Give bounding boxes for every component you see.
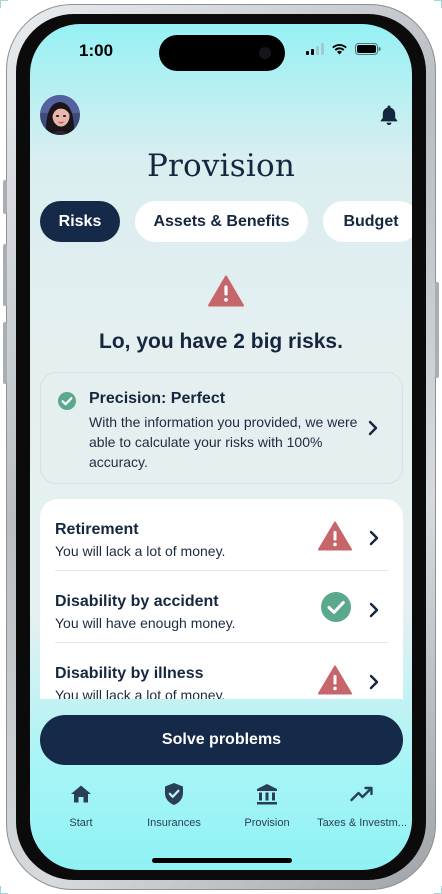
home-indicator[interactable] xyxy=(152,858,292,863)
chevron-right-icon xyxy=(368,674,380,695)
chevron-right-icon xyxy=(367,420,379,441)
nav-insurances[interactable]: Insurances xyxy=(126,780,222,829)
precision-description: With the information you provided, we we… xyxy=(89,414,358,470)
risk-row-disability-illness[interactable]: Disability by illness You will lack a lo… xyxy=(40,643,403,699)
risk-title: Disability by accident xyxy=(55,593,219,610)
wifi-icon xyxy=(332,44,347,55)
corner-mark xyxy=(0,0,8,8)
avatar-image xyxy=(40,95,80,135)
corner-mark xyxy=(434,886,442,894)
risk-headline: Lo, you have 2 big risks. xyxy=(99,330,343,353)
tab-assets-benefits[interactable]: Assets & Benefits xyxy=(135,201,308,242)
volume-down-button xyxy=(3,322,7,384)
front-camera xyxy=(259,47,271,59)
risk-title: Disability by illness xyxy=(55,665,204,682)
nav-label: Insurances xyxy=(147,817,201,829)
page-title: Provision xyxy=(146,148,296,184)
risk-subtitle: You will lack a lot of money. xyxy=(55,687,226,699)
warning-icon xyxy=(208,275,244,312)
status-icons xyxy=(306,43,381,55)
shield-check-icon xyxy=(126,780,222,808)
app-screen: 1:00 Provision Risks Assets & Benefits B… xyxy=(30,24,412,870)
solve-problems-button[interactable]: Solve problems xyxy=(40,715,403,765)
warning-icon xyxy=(318,665,352,699)
nav-taxes-investments[interactable]: Taxes & Investm... xyxy=(312,780,412,829)
tab-risks[interactable]: Risks xyxy=(40,201,120,242)
corner-mark xyxy=(434,0,442,8)
bank-icon xyxy=(219,780,315,808)
precision-title: Precision: Perfect xyxy=(89,390,226,407)
dynamic-island xyxy=(159,35,285,71)
risk-row-retirement[interactable]: Retirement You will lack a lot of money. xyxy=(40,499,403,571)
volume-up-button xyxy=(3,244,7,306)
chevron-right-icon xyxy=(368,602,380,623)
nav-provision[interactable]: Provision xyxy=(219,780,315,829)
nav-label: Provision xyxy=(244,817,290,829)
check-circle-icon xyxy=(320,591,352,628)
corner-mark xyxy=(0,886,8,894)
nav-label: Start xyxy=(69,817,93,829)
nav-label: Taxes & Investm... xyxy=(317,817,407,829)
chevron-right-icon xyxy=(368,530,380,551)
trending-up-icon xyxy=(312,780,412,808)
action-button xyxy=(3,180,7,214)
status-time: 1:00 xyxy=(79,41,114,60)
precision-card[interactable]: Precision: Perfect With the information … xyxy=(40,372,403,484)
risk-list: Retirement You will lack a lot of money.… xyxy=(40,499,403,699)
home-icon xyxy=(33,780,129,808)
risk-row-disability-accident[interactable]: Disability by accident You will have eno… xyxy=(40,571,403,643)
cellular-icon xyxy=(306,43,324,55)
risk-subtitle: You will have enough money. xyxy=(55,615,236,631)
check-circle-icon xyxy=(57,391,77,416)
warning-icon xyxy=(318,521,352,556)
avatar[interactable] xyxy=(40,95,80,135)
risk-title: Retirement xyxy=(55,521,139,538)
nav-start[interactable]: Start xyxy=(33,780,129,829)
battery-icon xyxy=(355,43,381,55)
tab-budget[interactable]: Budget xyxy=(323,201,412,242)
bell-icon[interactable] xyxy=(379,104,399,131)
risk-subtitle: You will lack a lot of money. xyxy=(55,543,226,559)
power-button xyxy=(435,282,439,378)
